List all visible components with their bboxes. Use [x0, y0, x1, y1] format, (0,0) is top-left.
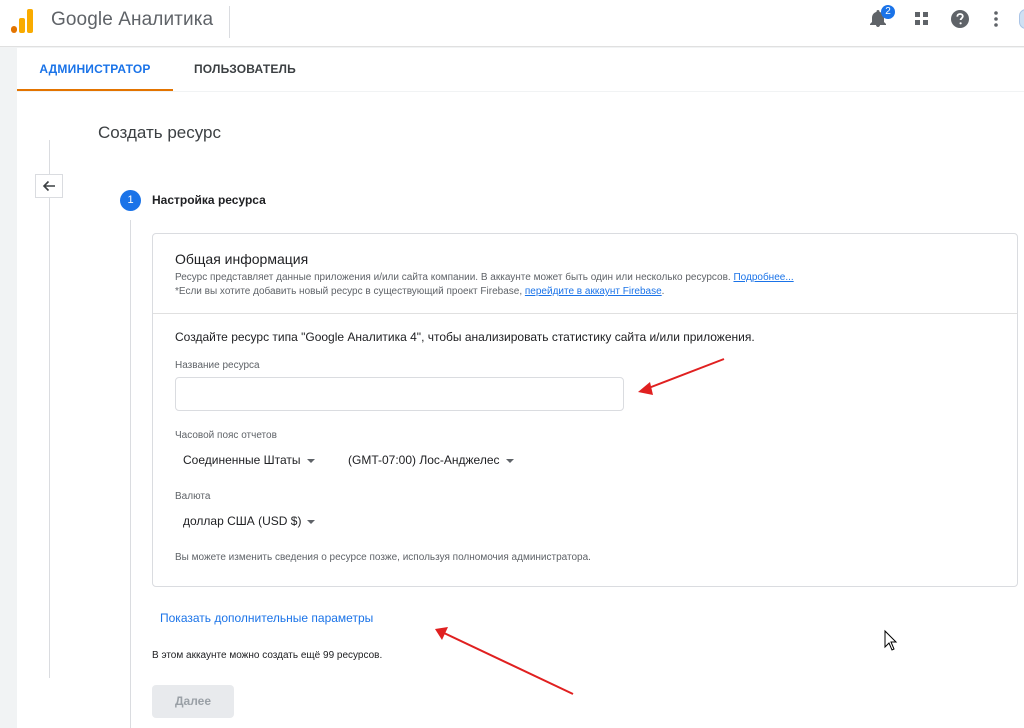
step-line: [130, 220, 131, 728]
back-button[interactable]: [35, 174, 63, 198]
show-more-params-link[interactable]: Показать дополнительные параметры: [160, 611, 373, 625]
chevron-down-icon: [307, 519, 316, 524]
next-button[interactable]: Далее: [152, 685, 234, 718]
chevron-down-icon: [306, 458, 315, 463]
resource-count-text: В этом аккаунте можно создать ещё 99 рес…: [152, 650, 383, 661]
country-select[interactable]: Соединенные Штаты: [183, 453, 315, 467]
property-setup-card: Общая информация Ресурс представляет дан…: [152, 233, 1018, 587]
main-panel: Создать ресурс 1 Настройка ресурса Общая…: [17, 92, 1024, 728]
firebase-note-text: *Если вы хотите добавить новый ресурс в …: [175, 286, 523, 297]
timezone-select[interactable]: (GMT-07:00) Лос-Анджелес: [348, 453, 514, 467]
firebase-note: *Если вы хотите добавить новый ресурс в …: [175, 286, 664, 297]
left-rail-line: [49, 140, 50, 678]
top-bar: Google Аналитика 2: [0, 0, 1024, 47]
currency-value: доллар США (USD $): [183, 514, 302, 528]
more-vert-icon[interactable]: [986, 9, 1006, 29]
header-divider: [229, 6, 230, 38]
timezone-value: (GMT-07:00) Лос-Анджелес: [348, 453, 500, 467]
tab-user[interactable]: ПОЛЬЗОВАТЕЛЬ: [175, 48, 315, 91]
avatar[interactable]: [1019, 9, 1024, 29]
step-title: Настройка ресурса: [152, 193, 266, 207]
card-description: Ресурс представляет данные приложения и/…: [175, 272, 794, 283]
firebase-note-end: .: [661, 286, 665, 297]
timezone-label: Часовой пояс отчетов: [175, 430, 277, 441]
firebase-link[interactable]: перейдите в аккаунт Firebase: [525, 286, 662, 297]
step-number: 1: [120, 190, 141, 211]
brand-title[interactable]: Google Аналитика: [51, 9, 213, 31]
apps-grid-icon[interactable]: [912, 9, 932, 29]
intro-text: Создайте ресурс типа "Google Аналитика 4…: [175, 330, 755, 344]
tab-admin[interactable]: АДМИНИСТРАТОР: [17, 48, 173, 91]
currency-select[interactable]: доллар США (USD $): [183, 514, 316, 528]
admin-tabs: АДМИНИСТРАТОР ПОЛЬЗОВАТЕЛЬ: [17, 48, 1024, 91]
currency-label: Валюта: [175, 491, 211, 502]
country-value: Соединенные Штаты: [183, 453, 301, 467]
property-name-input[interactable]: [175, 377, 624, 411]
analytics-logo-icon[interactable]: [9, 7, 35, 33]
chevron-down-icon: [505, 458, 514, 463]
property-name-label: Название ресурса: [175, 360, 260, 371]
arrow-left-icon: [42, 180, 55, 192]
learn-more-link[interactable]: Подробнее...: [733, 272, 793, 283]
help-icon[interactable]: [950, 9, 970, 29]
notification-badge[interactable]: 2: [881, 5, 895, 19]
card-header: Общая информация Ресурс представляет дан…: [153, 234, 1017, 314]
description-text: Ресурс представляет данные приложения и/…: [175, 272, 731, 283]
admin-note: Вы можете изменить сведения о ресурсе по…: [175, 552, 591, 563]
page-title: Создать ресурс: [98, 123, 222, 142]
card-heading: Общая информация: [175, 251, 309, 267]
